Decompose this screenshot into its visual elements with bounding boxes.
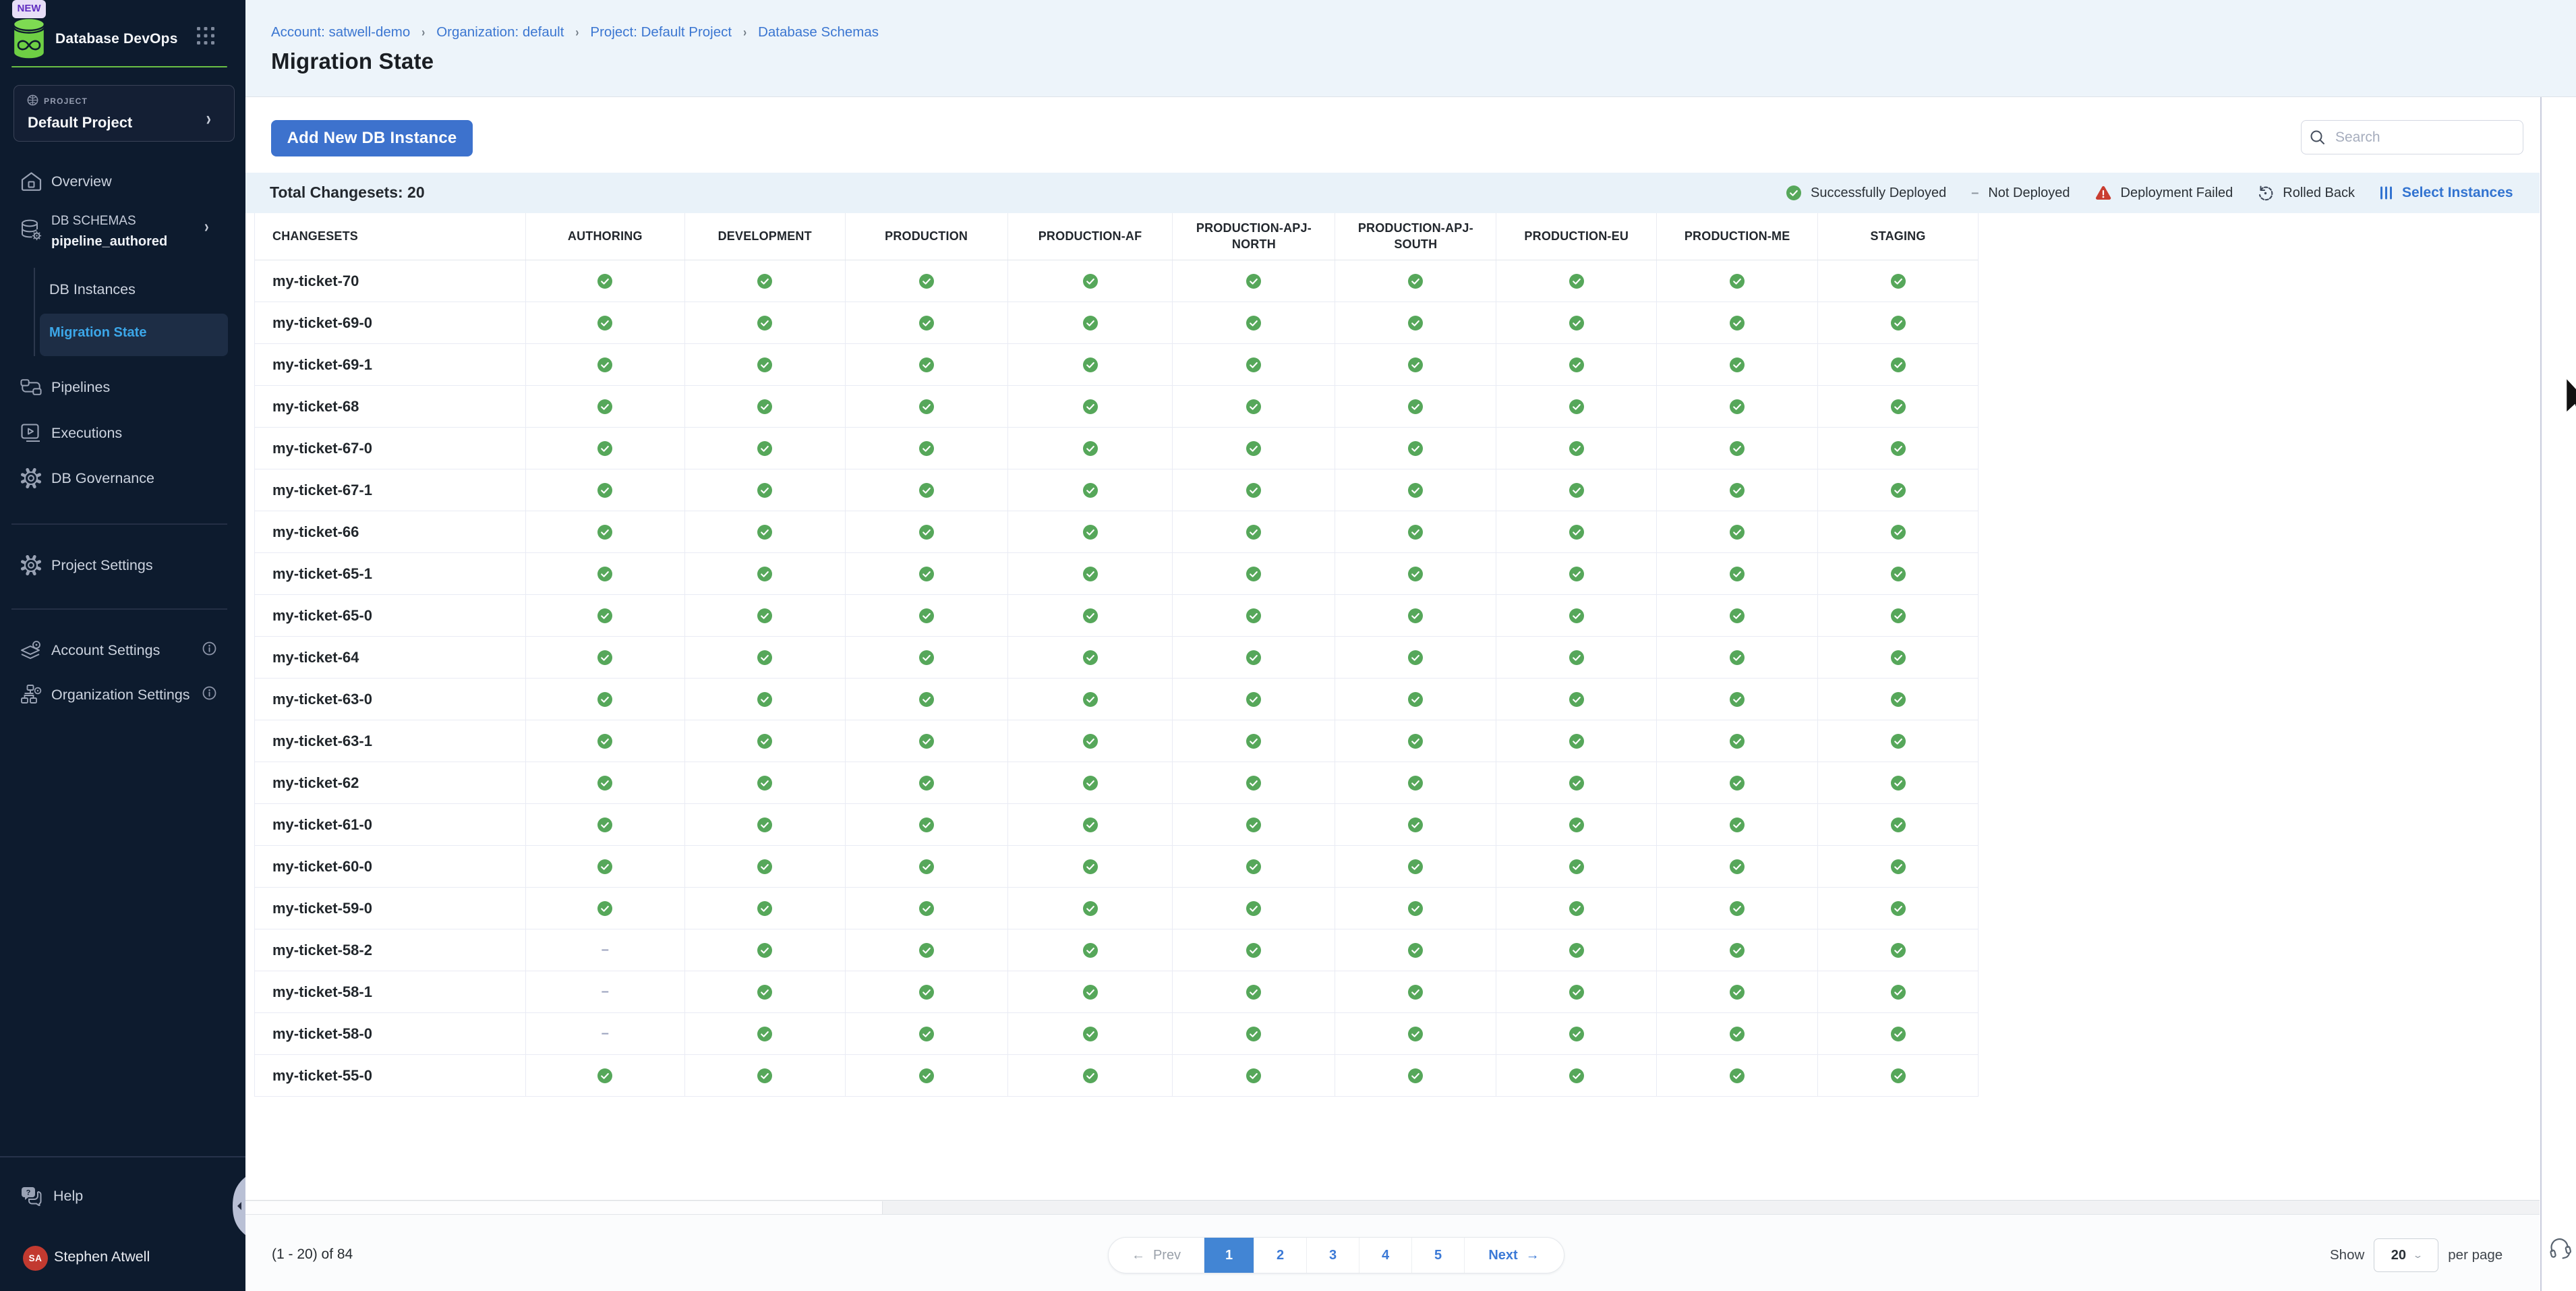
svg-text:?: ?	[26, 1189, 31, 1197]
